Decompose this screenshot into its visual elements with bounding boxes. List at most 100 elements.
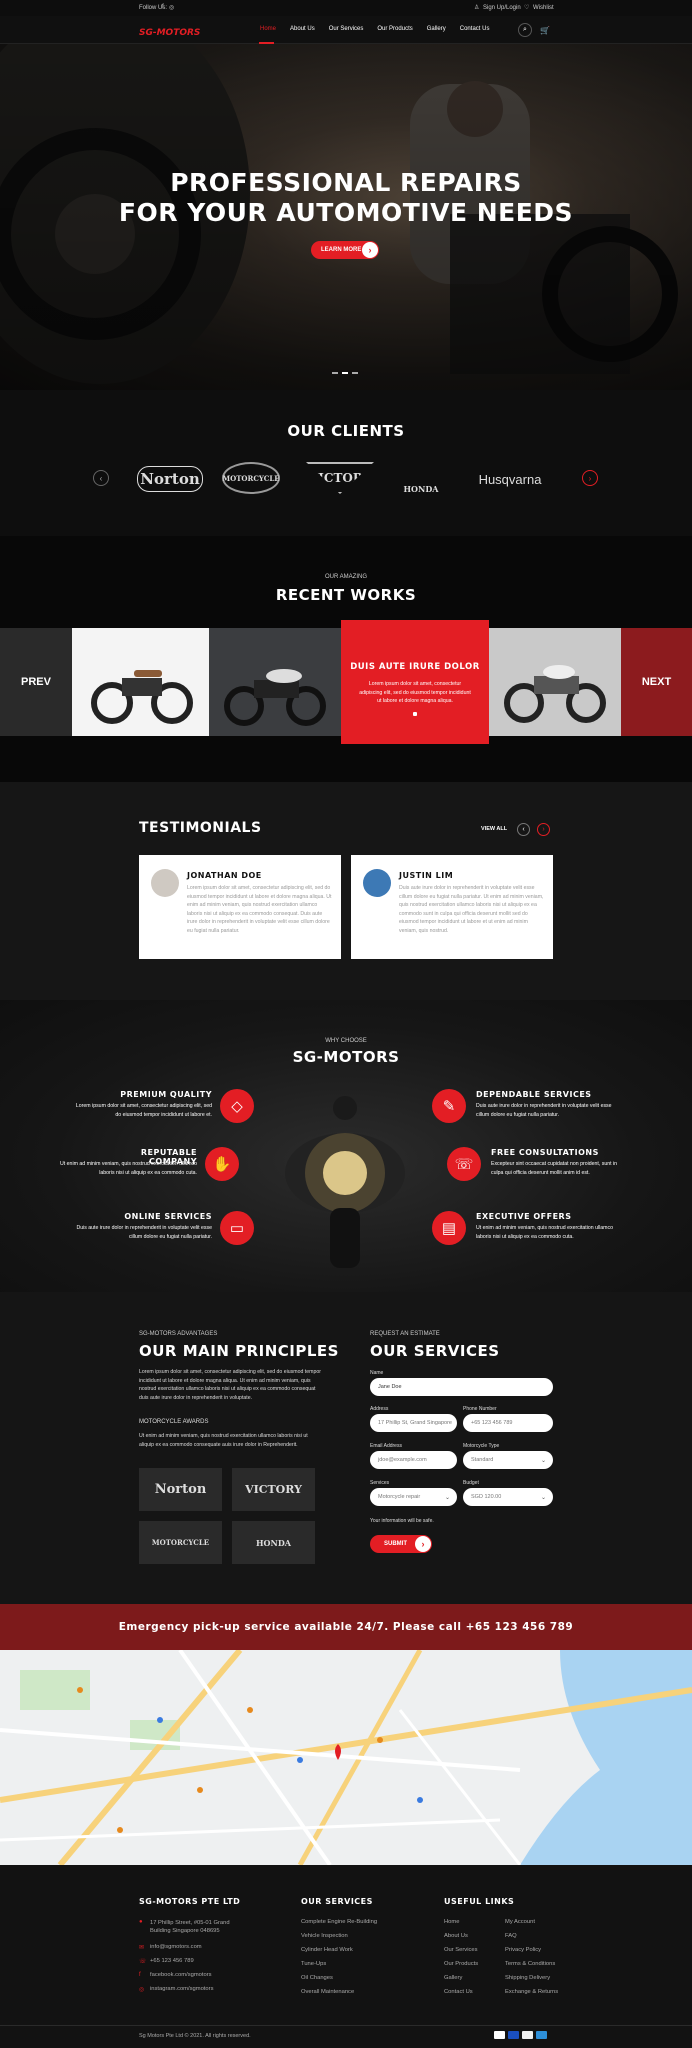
footer-email[interactable]: info@sgmotors.com: [150, 1944, 202, 1950]
search-icon[interactable]: ⌕: [518, 23, 532, 37]
works-next-button[interactable]: NEXT: [621, 628, 692, 736]
feature-text: Ut enim ad minim veniam, quis nostrud ex…: [476, 1225, 613, 1240]
footer-facebook[interactable]: facebook.com/sgmotors: [150, 1972, 212, 1978]
footer-link[interactable]: About Us: [444, 1933, 468, 1939]
arrow-right-icon: ›: [362, 242, 378, 258]
footer-link[interactable]: Terms & Conditions: [505, 1961, 555, 1967]
client-logo-honda: HONDA: [403, 484, 439, 494]
budget-select[interactable]: SGD 120.00 ⌄: [463, 1488, 553, 1506]
footer-services-title: OUR SERVICES: [301, 1897, 373, 1906]
testimonial-name: JONATHAN DOE: [187, 871, 262, 880]
nav-home[interactable]: Home: [260, 26, 276, 32]
services-select[interactable]: Motorcycle repair ⌄: [370, 1488, 457, 1506]
facebook-icon: f: [139, 1972, 141, 1978]
phone-field[interactable]: +65 123 456 789: [463, 1414, 553, 1432]
phone-label: Phone Number: [463, 1406, 497, 1412]
emergency-text: Emergency pick-up service available 24/7…: [118, 1621, 574, 1633]
footer-link[interactable]: Privacy Policy: [505, 1947, 541, 1953]
moto-type-label: Motorcycle Type: [463, 1443, 500, 1449]
footer-address: 17 Phillip Street, #05-01 Grand Building…: [150, 1920, 230, 1934]
feature-text: Ut enim ad minim veniam, quis nostrud ex…: [60, 1161, 197, 1176]
footer-link[interactable]: Exchange & Returns: [505, 1989, 558, 1995]
feature-title: PREMIUM QUALITY: [120, 1090, 212, 1099]
wishlist-link[interactable]: Wishlist: [533, 5, 554, 11]
work-image-1[interactable]: [72, 628, 209, 736]
chevron-down-icon: ⌄: [540, 1494, 546, 1501]
work-image-2[interactable]: [209, 628, 341, 736]
nav-gallery[interactable]: Gallery: [427, 26, 446, 32]
signup-link[interactable]: Sign Up/Login: [483, 5, 521, 11]
feature-title: EXECUTIVE OFFERS: [476, 1212, 572, 1221]
location-map[interactable]: [0, 1650, 692, 1865]
nav-menu: Home About Us Our Services Our Products …: [260, 26, 489, 32]
testimonials-prev-button[interactable]: ‹: [517, 823, 530, 836]
footer-link[interactable]: Gallery: [444, 1975, 462, 1981]
logo[interactable]: SG-MOTORS: [139, 22, 205, 38]
awards-title: MOTORCYCLE AWARDS: [139, 1419, 209, 1425]
nav-products[interactable]: Our Products: [377, 26, 412, 32]
footer-service-link[interactable]: Complete Engine Re-Building: [301, 1919, 377, 1925]
works-title: RECENT WORKS: [275, 586, 417, 604]
clients-title: OUR CLIENTS: [287, 422, 405, 440]
footer-phone[interactable]: +65 123 456 789: [150, 1958, 194, 1964]
heart-icon: ♡: [524, 5, 530, 11]
address-field[interactable]: 17 Phillip St, Grand Singapore: [370, 1414, 457, 1432]
why-subtitle: WHY CHOOSE: [325, 1038, 367, 1044]
principles-title: OUR MAIN PRINCIPLES: [139, 1342, 339, 1360]
avatar: [151, 869, 179, 897]
footer-link[interactable]: Home: [444, 1919, 459, 1925]
nav-services[interactable]: Our Services: [329, 26, 364, 32]
feature-text: Duis aute irure dolor in reprehenderit i…: [76, 1225, 212, 1240]
nav-contact[interactable]: Contact Us: [460, 26, 490, 32]
hero-slider-dots[interactable]: [332, 372, 358, 374]
testimonials-next-button[interactable]: ›: [537, 823, 550, 836]
footer-instagram[interactable]: instagram.com/sgmotors: [150, 1986, 213, 1992]
footer-link[interactable]: FAQ: [505, 1933, 517, 1939]
footer-service-link[interactable]: Overall Maintenance: [301, 1989, 354, 1995]
submit-button[interactable]: SUBMIT ›: [370, 1535, 432, 1553]
phone-icon: ☏: [447, 1147, 481, 1181]
footer-link[interactable]: Our Products: [444, 1961, 478, 1967]
work-feature-card[interactable]: DUIS AUTE IRURE DOLOR Lorem ipsum dolor …: [341, 620, 489, 744]
work-feature-icon: [413, 711, 417, 716]
award-logo-victory: VICTORY: [232, 1468, 315, 1511]
email-field[interactable]: jdoe@example.com: [370, 1451, 457, 1469]
testimonial-name: JUSTIN LIM: [399, 871, 454, 880]
footer-service-link[interactable]: Oil Changes: [301, 1975, 333, 1981]
footer-service-link[interactable]: Cylinder Head Work: [301, 1947, 353, 1953]
services-subtitle: REQUEST AN ESTIMATE: [370, 1331, 440, 1337]
top-bar: Follow Us: f ◎ ♙ Sign Up/Login ♡ Wishlis…: [0, 0, 692, 16]
clients-next-button[interactable]: ›: [582, 470, 598, 486]
services-label: Services: [370, 1480, 390, 1486]
principles-subtitle: SG-MOTORS ADVANTAGES: [139, 1331, 218, 1337]
cart-icon[interactable]: 🛒: [538, 23, 552, 37]
instagram-icon[interactable]: ◎: [169, 4, 174, 11]
amex-icon: [536, 2031, 547, 2039]
budget-label: Budget: [463, 1480, 479, 1486]
clients-prev-button[interactable]: ‹: [93, 470, 109, 486]
facebook-icon[interactable]: f: [162, 4, 164, 10]
principles-text: Lorem ipsum dolor sit amet, consectetur …: [139, 1369, 321, 1401]
services-title: OUR SERVICES: [370, 1342, 500, 1360]
feature-text: Lorem ipsum dolor sit amet, consectetur …: [75, 1103, 212, 1118]
name-field[interactable]: Jane Doe: [370, 1378, 553, 1396]
user-icon: ♙: [474, 5, 480, 11]
footer-service-link[interactable]: Vehicle Inspection: [301, 1933, 348, 1939]
work-image-3[interactable]: [489, 628, 621, 736]
footer-link[interactable]: My Account: [505, 1919, 535, 1925]
motorcycle-image: [285, 1096, 405, 1268]
footer-company: SG-MOTORS PTE LTD: [139, 1897, 241, 1906]
footer-link[interactable]: Contact Us: [444, 1989, 473, 1995]
learn-more-button[interactable]: LEARN MORE ›: [311, 241, 379, 259]
principles-section: SG-MOTORS ADVANTAGES OUR MAIN PRINCIPLES…: [0, 1292, 692, 1604]
moto-type-select[interactable]: Standard ⌄: [463, 1451, 553, 1469]
nav-about[interactable]: About Us: [290, 26, 315, 32]
footer-link[interactable]: Our Services: [444, 1947, 478, 1953]
award-logo-honda: HONDA: [232, 1521, 315, 1564]
hero-title-line1: PROFESSIONAL REPAIRS: [170, 168, 522, 197]
client-logo-motorcycle: MOTORCYCLE: [222, 462, 280, 494]
footer-service-link[interactable]: Tune-Ups: [301, 1961, 326, 1967]
view-all-link[interactable]: VIEW ALL: [481, 826, 507, 832]
works-prev-button[interactable]: PREV: [0, 628, 72, 736]
footer-link[interactable]: Shipping Delivery: [505, 1975, 550, 1981]
